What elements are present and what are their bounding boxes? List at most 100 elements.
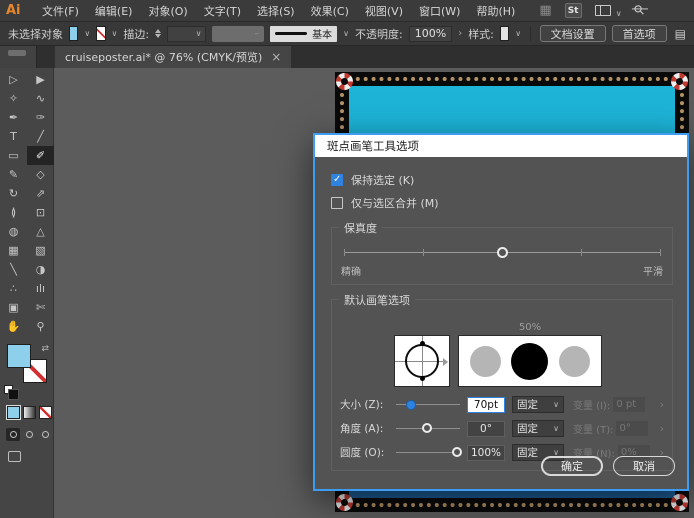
chevron-right-icon[interactable]: › — [458, 28, 462, 39]
angle-mode-dropdown[interactable]: 固定 ∨ — [512, 420, 564, 437]
chevron-down-icon[interactable]: ∨ — [343, 29, 349, 38]
size-mode-dropdown[interactable]: 固定 ∨ — [512, 396, 564, 413]
artboard-tool[interactable]: ▣ — [0, 298, 27, 317]
stroke-weight-stepper[interactable] — [155, 29, 162, 38]
divider — [530, 26, 531, 41]
chevron-down-icon[interactable]: ∨ — [84, 29, 90, 38]
hand-tool[interactable]: ✋ — [0, 317, 27, 336]
gradient-button[interactable] — [23, 406, 36, 419]
menu-view[interactable]: 视图(V) — [357, 3, 411, 19]
perspective-grid-tool[interactable]: △ — [27, 222, 54, 241]
size-slider-handle[interactable] — [406, 400, 417, 410]
fidelity-slider[interactable] — [344, 246, 661, 260]
size-input[interactable]: 70pt — [467, 396, 505, 413]
close-icon[interactable]: × — [271, 51, 281, 63]
blob-brush-tool[interactable]: ✐ — [27, 146, 54, 165]
blend-tool[interactable]: ◑ — [27, 260, 54, 279]
screen-mode-button[interactable] — [8, 451, 21, 462]
brush-definition-dropdown[interactable]: 基本 — [270, 25, 338, 42]
menu-effect[interactable]: 效果(C) — [303, 3, 357, 19]
gradient-tool[interactable]: ▧ — [27, 241, 54, 260]
chevron-right-icon: › — [659, 398, 664, 411]
shaper-tool[interactable]: ✎ — [0, 165, 27, 184]
menu-file[interactable]: 文件(F) — [34, 3, 87, 19]
magic-wand-tool[interactable]: ✧ — [0, 89, 27, 108]
size-slider[interactable] — [396, 398, 460, 411]
stock-icon[interactable]: St — [564, 3, 582, 18]
roundness-input[interactable]: 100% — [467, 444, 505, 461]
stroke-weight-dropdown[interactable]: ∨ — [167, 25, 207, 42]
symbol-sprayer-tool[interactable]: ∴ — [0, 279, 27, 298]
type-tool[interactable]: T — [0, 127, 27, 146]
direct-selection-tool[interactable]: ▶ — [27, 70, 54, 89]
angle-slider-handle[interactable] — [421, 423, 432, 433]
free-transform-tool[interactable]: ⊡ — [27, 203, 54, 222]
width-tool[interactable]: ≬ — [0, 203, 27, 222]
lasso-tool[interactable]: ∿ — [27, 89, 54, 108]
fidelity-slider-handle[interactable] — [497, 247, 508, 258]
selection-tool[interactable]: ▷ — [0, 70, 27, 89]
menu-type[interactable]: 文字(T) — [196, 3, 249, 19]
menu-edit[interactable]: 编辑(E) — [87, 3, 141, 19]
roundness-slider[interactable] — [396, 446, 463, 459]
pen-tool[interactable]: ✒ — [0, 108, 27, 127]
workspace-switcher[interactable]: ∨ — [594, 1, 622, 20]
column-graph-icon: ılı — [35, 282, 46, 295]
brush-shape-editor[interactable] — [394, 335, 450, 387]
cancel-button[interactable]: 取消 — [613, 456, 675, 476]
scale-tool[interactable]: ⇗ — [27, 184, 54, 203]
width-profile-dropdown[interactable]: – — [212, 25, 265, 42]
draw-inside-button[interactable] — [38, 428, 52, 441]
dialog-buttons: 确定 取消 — [541, 456, 675, 476]
eyedropper-tool[interactable]: ╲ — [0, 260, 27, 279]
menu-object[interactable]: 对象(O) — [140, 3, 195, 19]
width-icon: ≬ — [10, 206, 17, 219]
tools-dock-header[interactable] — [0, 46, 37, 68]
mesh-tool[interactable]: ▦ — [0, 241, 27, 260]
arrange-documents-icon[interactable]: ▤ — [675, 27, 686, 41]
preferences-button[interactable]: 首选项 — [611, 25, 667, 42]
draw-behind-button[interactable] — [22, 428, 36, 441]
opacity-value[interactable]: 100% — [408, 25, 453, 42]
angle-slider[interactable] — [396, 422, 460, 435]
roundness-slider-handle[interactable] — [452, 447, 463, 457]
swap-fill-stroke-icon[interactable]: ⇄ — [41, 344, 49, 354]
blob-brush-options-dialog: 斑点画笔工具选项 保持选定 (K) 仅与选区合并 (M) 保真度 精确 平滑 — [313, 133, 689, 491]
document-setup-button[interactable]: 文档设置 — [539, 25, 606, 42]
keep-selected-checkbox[interactable] — [331, 174, 343, 186]
grid-icon[interactable]: ▦ — [539, 3, 551, 18]
document-tab[interactable]: cruiseposter.ai* @ 76% (CMYK/预览) × — [55, 46, 292, 68]
default-fill-stroke-icon[interactable] — [4, 385, 19, 400]
chevron-down-icon[interactable]: ∨ — [515, 29, 521, 38]
curvature-tool[interactable]: ✑ — [27, 108, 54, 127]
ok-button[interactable]: 确定 — [541, 456, 603, 476]
color-button[interactable] — [6, 405, 21, 420]
menu-select[interactable]: 选择(S) — [249, 3, 303, 19]
shape-builder-tool[interactable]: ◍ — [0, 222, 27, 241]
fill-color-swatch[interactable] — [69, 26, 79, 41]
eraser-tool[interactable]: ◇ — [27, 165, 54, 184]
chevron-down-icon[interactable]: ∨ — [112, 29, 118, 38]
dialog-title[interactable]: 斑点画笔工具选项 — [315, 135, 687, 157]
line-segment-tool[interactable]: ╱ — [27, 127, 54, 146]
none-button[interactable] — [39, 406, 52, 419]
roundness-handle-dot[interactable] — [420, 376, 425, 381]
style-swatch[interactable] — [499, 26, 510, 41]
fill-indicator[interactable] — [7, 344, 31, 368]
menu-help[interactable]: 帮助(H) — [468, 3, 523, 19]
roundness-handle-dot[interactable] — [420, 341, 425, 346]
search-icon[interactable]: ⚲ — [631, 2, 648, 19]
zoom-tool[interactable]: ⚲ — [27, 317, 54, 336]
merge-only-checkbox[interactable] — [331, 197, 343, 209]
rectangle-icon: ▭ — [8, 149, 19, 162]
rotate-tool[interactable]: ↻ — [0, 184, 27, 203]
angle-input[interactable]: 0° — [467, 420, 505, 437]
rectangle-tool[interactable]: ▭ — [0, 146, 27, 165]
workspace-icon — [594, 5, 611, 16]
slice-tool[interactable]: ✄ — [27, 298, 54, 317]
column-graph-tool[interactable]: ılı — [27, 279, 54, 298]
chevron-down-icon: ∨ — [615, 9, 622, 18]
menu-window[interactable]: 窗口(W) — [411, 3, 468, 19]
stroke-color-swatch[interactable] — [96, 26, 106, 41]
draw-normal-button[interactable] — [6, 428, 20, 441]
